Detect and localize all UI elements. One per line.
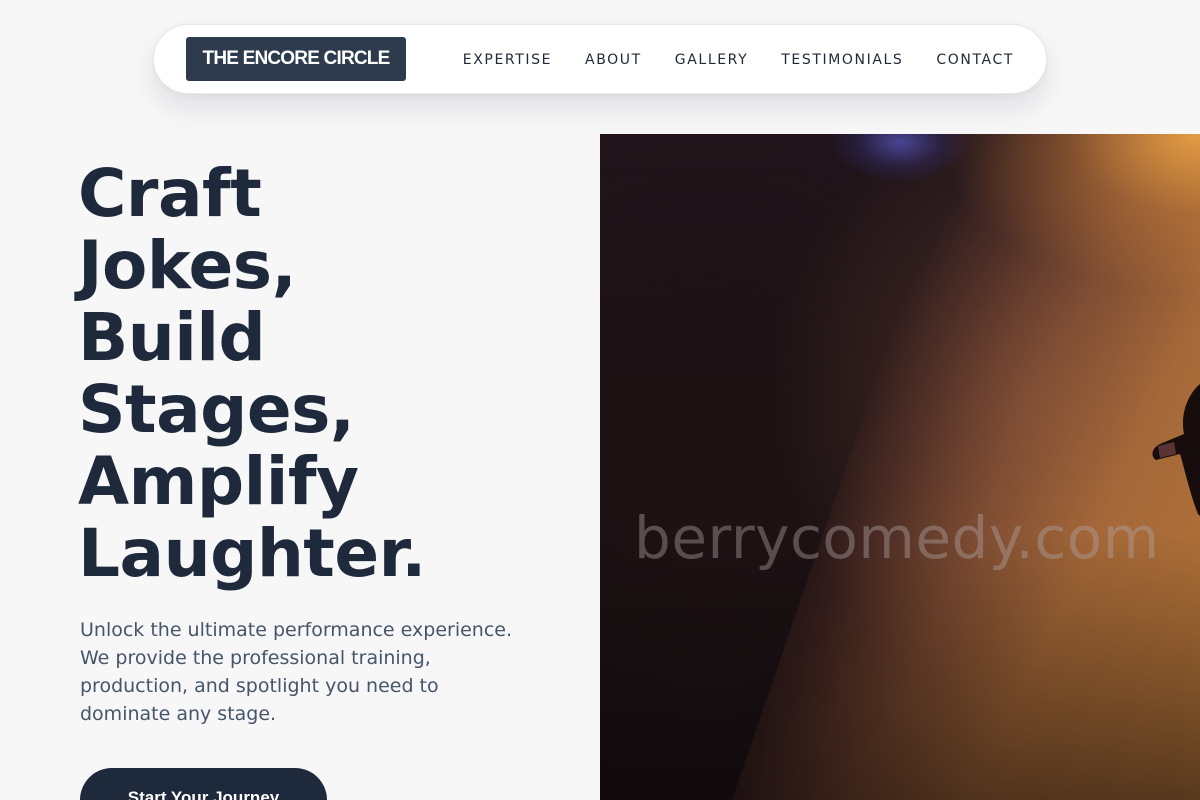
image-vignette: [600, 134, 1200, 800]
hero-description: Unlock the ultimate performance experien…: [80, 619, 513, 725]
hero-title-line: Build: [78, 299, 266, 376]
start-journey-button[interactable]: Start Your Journey: [80, 768, 327, 800]
hero-title-line: Amplify: [78, 443, 359, 520]
nav-link-expertise[interactable]: EXPERTISE: [463, 52, 552, 68]
top-navigation: THE ENCORE CIRCLE EXPERTISE ABOUT GALLER…: [153, 24, 1047, 94]
nav-link-gallery[interactable]: GALLERY: [675, 52, 748, 68]
page: THE ENCORE CIRCLE EXPERTISE ABOUT GALLER…: [0, 0, 1200, 800]
nav-link-contact[interactable]: CONTACT: [936, 52, 1014, 68]
hero-title: Craft Jokes, Build Stages, Amplify Laugh…: [78, 158, 578, 590]
hero-title-line: Craft: [78, 155, 262, 232]
hero-image: berrycomedy.com: [600, 134, 1200, 800]
hero-title-line: Stages,: [78, 371, 355, 448]
logo[interactable]: THE ENCORE CIRCLE: [186, 37, 406, 81]
nav-link-about[interactable]: ABOUT: [585, 52, 642, 68]
hero-title-line: Jokes,: [78, 227, 297, 304]
nav-links: EXPERTISE ABOUT GALLERY TESTIMONIALS CON…: [463, 25, 1014, 95]
nav-link-testimonials[interactable]: TESTIMONIALS: [781, 52, 903, 68]
hero-title-line: Laughter.: [78, 515, 426, 592]
